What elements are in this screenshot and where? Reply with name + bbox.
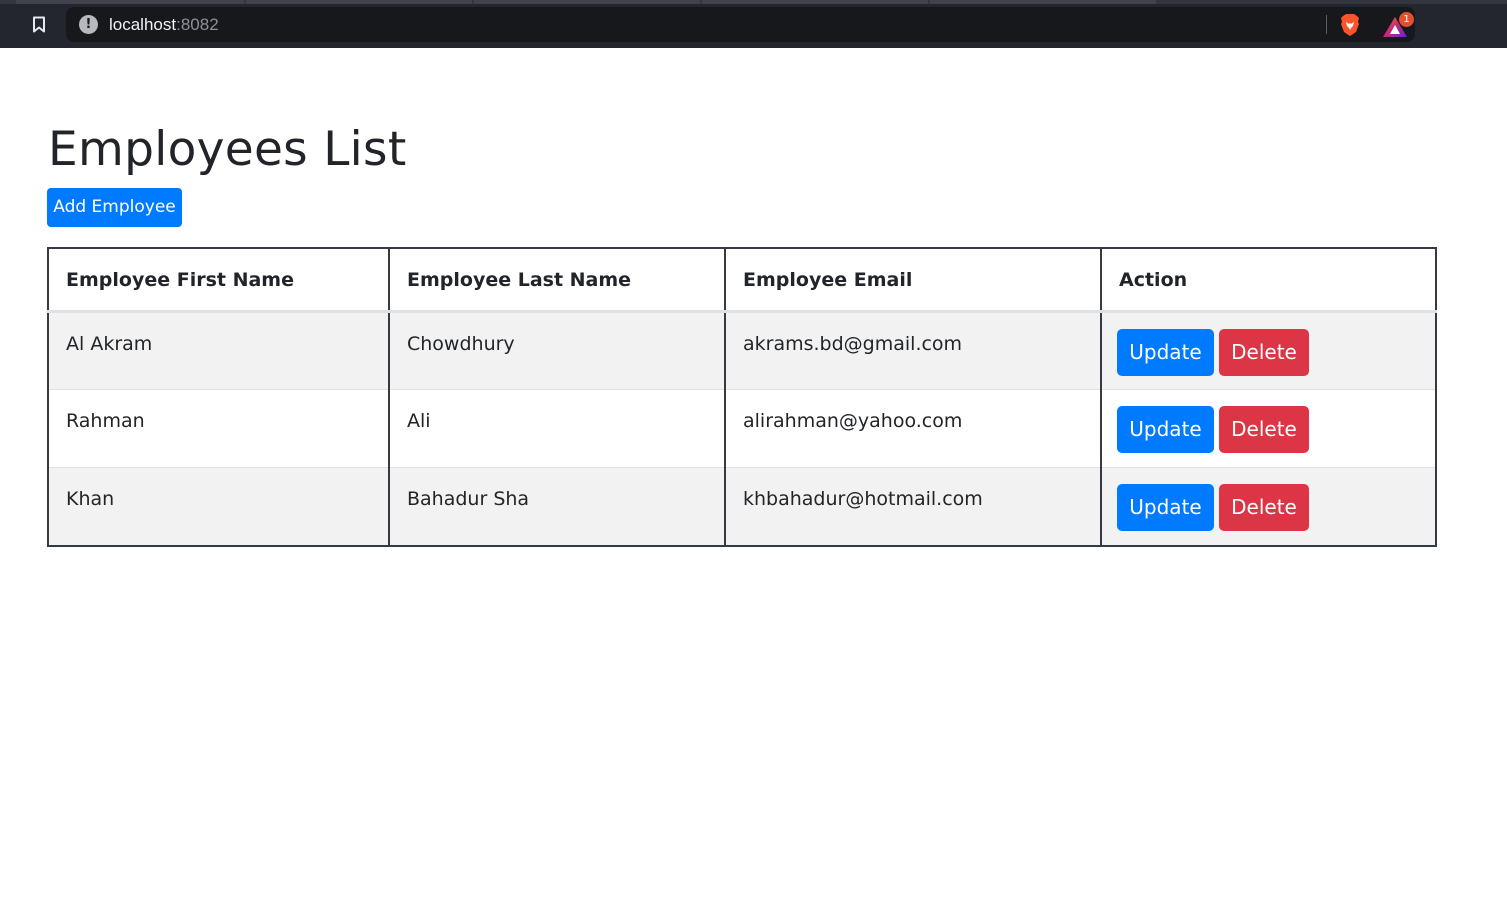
first-name-cell: Rahman bbox=[47, 389, 390, 468]
last-name-cell: Ali bbox=[388, 389, 726, 468]
bookmark-button[interactable] bbox=[26, 11, 52, 37]
last-name-cell: Bahadur Sha bbox=[388, 467, 726, 546]
update-button[interactable]: Update bbox=[1117, 484, 1214, 531]
browser-toolbar: ! localhost:8082 1 bbox=[0, 0, 1507, 48]
first-name-cell: Khan bbox=[47, 467, 390, 546]
toolbar-divider bbox=[1326, 15, 1327, 34]
action-cell: Update Delete bbox=[1100, 467, 1437, 546]
url-text[interactable]: localhost:8082 bbox=[109, 14, 219, 35]
rewards-badge: 1 bbox=[1399, 12, 1414, 27]
table-row: Khan Bahadur Sha khbahadur@hotmail.com U… bbox=[47, 467, 1437, 546]
action-cell: Update Delete bbox=[1100, 311, 1437, 390]
url-port: :8082 bbox=[176, 15, 219, 34]
update-button[interactable]: Update bbox=[1117, 329, 1214, 376]
tab[interactable] bbox=[930, 0, 1156, 4]
action-cell: Update Delete bbox=[1100, 389, 1437, 468]
email-cell: khbahadur@hotmail.com bbox=[724, 467, 1102, 546]
email-cell: akrams.bd@gmail.com bbox=[724, 311, 1102, 390]
tab[interactable] bbox=[474, 0, 700, 4]
tab[interactable] bbox=[246, 0, 472, 4]
brave-lion-icon bbox=[1341, 14, 1359, 36]
add-employee-button[interactable]: Add Employee bbox=[47, 188, 182, 227]
tab[interactable] bbox=[702, 0, 928, 4]
delete-button[interactable]: Delete bbox=[1219, 484, 1309, 531]
first-name-cell: Al Akram bbox=[47, 311, 390, 390]
tab-strip bbox=[0, 0, 1507, 4]
employees-table: Employee First Name Employee Last Name E… bbox=[47, 247, 1437, 547]
column-header-first-name: Employee First Name bbox=[47, 248, 390, 313]
tab[interactable] bbox=[16, 0, 244, 4]
table-header-row: Employee First Name Employee Last Name E… bbox=[47, 248, 1437, 313]
brave-rewards-button[interactable]: 1 bbox=[1382, 12, 1414, 38]
info-icon[interactable]: ! bbox=[79, 15, 98, 34]
page-title: Employees List bbox=[48, 122, 407, 177]
column-header-last-name: Employee Last Name bbox=[388, 248, 726, 313]
delete-button[interactable]: Delete bbox=[1219, 329, 1309, 376]
update-button[interactable]: Update bbox=[1117, 406, 1214, 453]
email-cell: alirahman@yahoo.com bbox=[724, 389, 1102, 468]
bookmark-icon bbox=[33, 16, 45, 32]
brave-shields-button[interactable] bbox=[1338, 13, 1362, 37]
last-name-cell: Chowdhury bbox=[388, 311, 726, 390]
column-header-action: Action bbox=[1100, 248, 1437, 313]
column-header-email: Employee Email bbox=[724, 248, 1102, 313]
table-row: Rahman Ali alirahman@yahoo.com Update Del… bbox=[47, 389, 1437, 468]
address-bar[interactable]: ! localhost:8082 1 bbox=[66, 7, 1415, 42]
delete-button[interactable]: Delete bbox=[1219, 406, 1309, 453]
table-row: Al Akram Chowdhury akrams.bd@gmail.com U… bbox=[47, 311, 1437, 390]
url-host: localhost bbox=[109, 15, 177, 34]
